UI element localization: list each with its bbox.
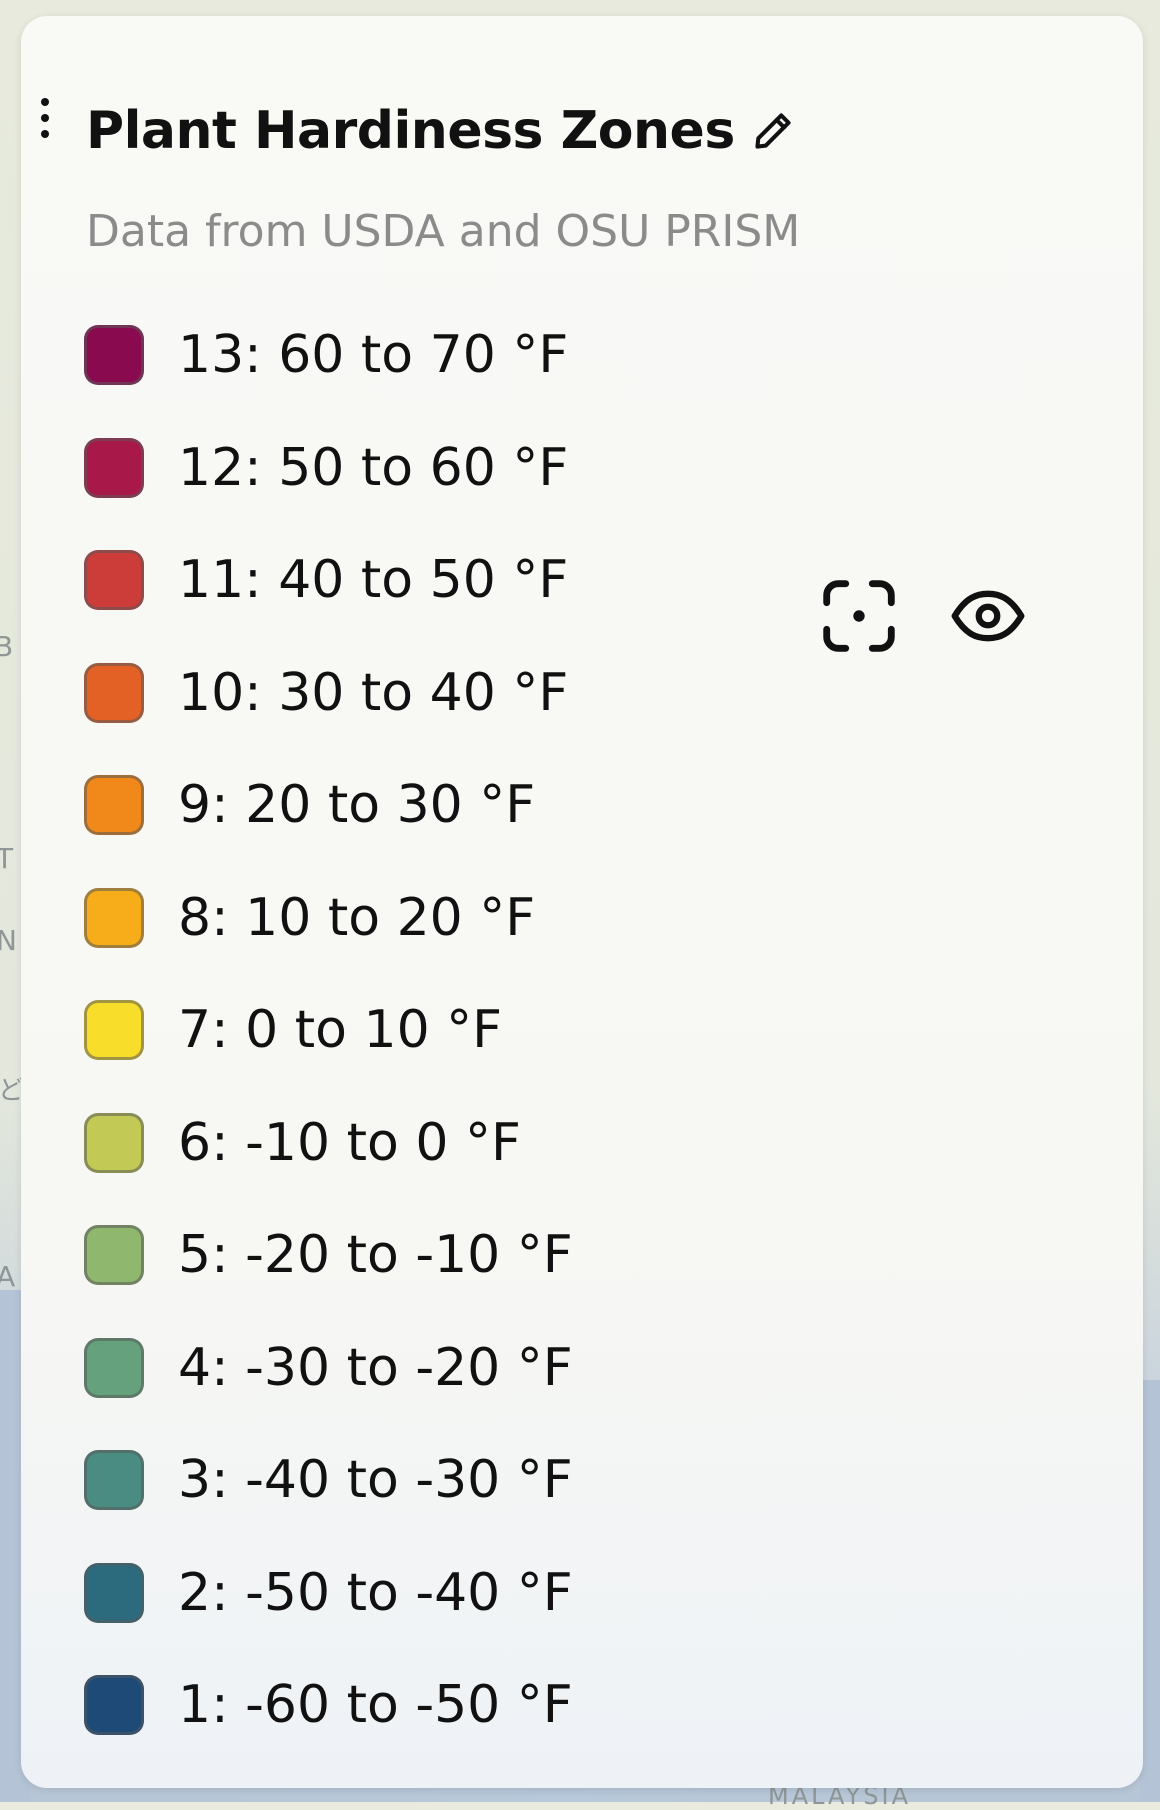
legend-item[interactable]: 3: -40 to -30 °F <box>84 1441 1124 1554</box>
row-actions <box>821 576 1025 656</box>
legend-swatch <box>84 1112 144 1173</box>
legend-label: 11: 40 to 50 °F <box>178 550 569 611</box>
legend-swatch <box>84 1562 144 1623</box>
legend-panel: Plant Hardiness Zones Data from USDA and… <box>21 16 1143 1788</box>
legend-label: 12: 50 to 60 °F <box>178 437 569 498</box>
legend-swatch <box>84 550 144 611</box>
legend-swatch <box>84 437 144 498</box>
legend-label: 10: 30 to 40 °F <box>178 662 569 723</box>
panel-header: Plant Hardiness Zones <box>86 96 795 166</box>
legend-swatch <box>84 1337 144 1398</box>
focus-icon[interactable] <box>821 578 897 654</box>
legend-label: 9: 20 to 30 °F <box>178 775 536 836</box>
legend-swatch <box>84 1675 144 1736</box>
pencil-icon[interactable] <box>751 109 795 153</box>
legend-label: 8: 10 to 20 °F <box>178 887 536 948</box>
panel-title: Plant Hardiness Zones <box>86 101 735 161</box>
legend-swatch <box>84 1450 144 1511</box>
legend-label: 6: -10 to 0 °F <box>178 1112 521 1173</box>
legend-label: 1: -60 to -50 °F <box>178 1675 573 1736</box>
legend-label: 4: -30 to -20 °F <box>178 1337 573 1398</box>
eye-icon[interactable] <box>951 589 1025 643</box>
panel-subtitle: Data from USDA and OSU PRISM <box>86 206 801 257</box>
legend-swatch <box>84 887 144 948</box>
legend-label: 2: -50 to -40 °F <box>178 1562 573 1623</box>
legend-swatch <box>84 1225 144 1286</box>
drag-handle-icon[interactable] <box>39 98 51 138</box>
legend-swatch <box>84 662 144 723</box>
legend-item[interactable]: 7: 0 to 10 °F <box>84 991 1124 1104</box>
legend-swatch <box>84 325 144 386</box>
map-place-label: A <box>0 1260 18 1293</box>
legend-swatch <box>84 1000 144 1061</box>
legend-item[interactable]: 2: -50 to -40 °F <box>84 1554 1124 1667</box>
legend-item[interactable]: 4: -30 to -20 °F <box>84 1329 1124 1442</box>
legend-item[interactable]: 9: 20 to 30 °F <box>84 766 1124 879</box>
legend-item[interactable]: 10: 30 to 40 °F <box>84 654 1124 767</box>
legend-list: 13: 60 to 70 °F 12: 50 to 60 °F 11: 40 to … <box>84 316 1124 1779</box>
legend-item[interactable]: 6: -10 to 0 °F <box>84 1104 1124 1217</box>
map-place-label: T <box>0 842 16 875</box>
legend-label: 7: 0 to 10 °F <box>178 1000 503 1061</box>
map-water <box>1140 1380 1160 1802</box>
legend-swatch <box>84 775 144 836</box>
legend-item[interactable]: 8: 10 to 20 °F <box>84 879 1124 992</box>
legend-label: 5: -20 to -10 °F <box>178 1225 573 1286</box>
map-place-label: B <box>0 630 16 663</box>
legend-item[interactable]: 13: 60 to 70 °F <box>84 316 1124 429</box>
map-place-label: N <box>0 924 19 957</box>
legend-label: 13: 60 to 70 °F <box>178 325 569 386</box>
legend-item[interactable]: 12: 50 to 60 °F <box>84 429 1124 542</box>
legend-item[interactable]: 5: -20 to -10 °F <box>84 1216 1124 1329</box>
legend-item[interactable]: 1: -60 to -50 °F <box>84 1666 1124 1779</box>
legend-label: 3: -40 to -30 °F <box>178 1450 573 1511</box>
